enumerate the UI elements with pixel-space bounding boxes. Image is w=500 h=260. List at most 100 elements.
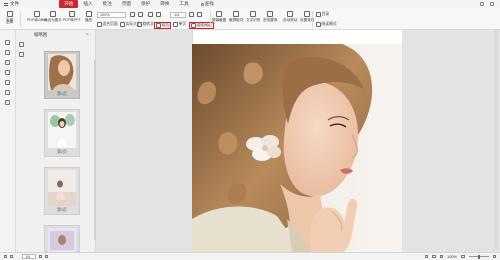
double-page-icon xyxy=(156,23,161,28)
menu-bar: 文件 开始 插入 批注 页面 保护 转换 工具 查找 xyxy=(0,0,500,8)
thumbnail-image xyxy=(48,170,76,206)
fit-page-icon xyxy=(97,22,102,27)
menu-tab-page[interactable]: 页面 xyxy=(117,0,136,8)
file-menu-label: 文件 xyxy=(10,1,20,6)
last-page-button[interactable] xyxy=(197,12,202,17)
zoom-out-button[interactable] xyxy=(130,12,135,17)
last-page-icon[interactable] xyxy=(45,255,48,258)
thumbnail-image xyxy=(48,54,76,90)
divider xyxy=(312,11,313,27)
select-tool-label: 选择 xyxy=(6,20,14,24)
search-panel-icon[interactable] xyxy=(5,80,10,85)
find-replace-button[interactable]: 查找替换 xyxy=(263,11,277,23)
image-icon xyxy=(49,11,56,17)
toc-icon xyxy=(316,12,321,17)
divider xyxy=(210,11,211,27)
find-replace-label: 查找替换 xyxy=(263,18,278,22)
zoom-slider-handle[interactable] xyxy=(477,254,480,259)
document-scrollbar[interactable] xyxy=(494,30,498,250)
menu-tab-insert[interactable]: 插入 xyxy=(78,0,97,8)
close-icon[interactable]: × xyxy=(86,32,89,38)
menu-tab-convert[interactable]: 转换 xyxy=(155,0,174,8)
fit-page-button[interactable]: 适合页面 xyxy=(97,22,118,27)
play-label: 播放 xyxy=(85,18,93,22)
panel-title: 缩略图 xyxy=(34,32,48,37)
zoom-in-icon[interactable] xyxy=(492,254,496,259)
zoom-out-icon[interactable] xyxy=(461,254,465,259)
chevron-left-icon xyxy=(148,12,153,17)
thumbnail-icon[interactable] xyxy=(5,40,10,45)
status-page-input[interactable]: 1/4 xyxy=(22,254,36,259)
thumbnail-page-2[interactable]: 第2页 xyxy=(44,109,80,157)
prev-page-button[interactable] xyxy=(148,12,153,17)
single-page-button[interactable]: 单页 xyxy=(173,22,186,27)
single-view-icon[interactable] xyxy=(424,254,429,259)
toc-button[interactable]: 目录 xyxy=(316,12,329,17)
next-page-button[interactable] xyxy=(189,12,194,17)
menu-tab-comment[interactable]: 批注 xyxy=(98,0,117,8)
zoom-select[interactable]: 100% xyxy=(97,12,126,18)
zoom-readout: 100% xyxy=(447,254,457,259)
zoom-in-button[interactable] xyxy=(138,12,143,17)
more-icon[interactable] xyxy=(490,2,494,6)
divider xyxy=(20,11,21,27)
list-view-icon[interactable] xyxy=(19,52,24,57)
search-button[interactable]: 查找 xyxy=(196,0,219,8)
fit-page-label: 适合页面 xyxy=(102,22,118,26)
ocr-icon xyxy=(250,11,257,17)
previous-page-edge xyxy=(192,30,402,44)
pdf-to-ppt-button[interactable]: PDF转PPT xyxy=(63,11,81,23)
hamburger-icon xyxy=(4,2,8,6)
left-icon-bar xyxy=(0,30,16,252)
thumbnail-page-4[interactable] xyxy=(44,225,80,252)
ocr-button[interactable]: 文字识别 xyxy=(246,11,260,23)
edit-icon[interactable] xyxy=(5,90,10,95)
hand-icon xyxy=(6,11,13,17)
file-menu[interactable]: 文件 xyxy=(0,0,23,8)
grid-view-icon[interactable] xyxy=(19,42,24,47)
menu-tab-start[interactable]: 开始 xyxy=(59,0,79,8)
thumbnail-panel: 缩略图 × 第1页 第2页 第3页 xyxy=(16,30,96,252)
page-photo xyxy=(192,44,402,252)
comment-icon[interactable] xyxy=(5,60,10,65)
window-actions xyxy=(480,2,500,6)
double-view-icon[interactable] xyxy=(432,254,436,259)
screenshot-label: 屏幕截图 xyxy=(212,18,227,22)
toc-label: 目录 xyxy=(321,12,330,16)
first-page-icon[interactable] xyxy=(4,255,7,258)
fullscreen-icon[interactable] xyxy=(439,254,444,259)
actual-size-icon xyxy=(120,22,125,27)
share-icon[interactable] xyxy=(480,2,484,6)
status-right: 100% xyxy=(424,254,500,259)
thumbnail-image xyxy=(48,228,76,252)
prev-page-icon[interactable] xyxy=(10,255,13,258)
page-number-input[interactable]: 1/4 xyxy=(170,12,186,18)
ppt-icon xyxy=(68,11,75,17)
menu-tab-protect[interactable]: 保护 xyxy=(136,0,155,8)
thumbnail-page-3[interactable]: 第3页 xyxy=(44,167,80,215)
auto-scroll-button[interactable]: 自动滚动 xyxy=(283,11,297,23)
search-label: 查找 xyxy=(204,1,214,6)
capture-word-button[interactable]: 截屏取词 xyxy=(229,11,243,23)
select-tool-button[interactable]: 选择 xyxy=(6,20,13,25)
thumbnail-page-1[interactable]: 第1页 xyxy=(44,51,80,99)
double-page-button[interactable]: 双页 xyxy=(154,22,172,29)
status-bar: 1/4 100% xyxy=(0,252,500,260)
first-page-button[interactable] xyxy=(156,12,161,17)
thumbnail-image xyxy=(48,112,76,148)
play-button[interactable]: 播放 xyxy=(85,11,92,23)
attachment-icon[interactable] xyxy=(5,70,10,75)
next-page-icon[interactable] xyxy=(39,255,42,258)
more-tools-icon[interactable] xyxy=(5,100,10,105)
bookmark-icon[interactable] xyxy=(5,50,10,55)
to-image-button[interactable]: 输出为图片 xyxy=(44,11,62,23)
capture-word-icon xyxy=(233,11,240,17)
read-mode-label: 阅读模式 xyxy=(321,22,337,26)
zoom-slider[interactable] xyxy=(468,254,489,259)
read-mode-button[interactable]: 阅读模式 xyxy=(316,22,337,27)
to-image-label: 输出为图片 xyxy=(44,18,62,22)
menu-tab-tools[interactable]: 工具 xyxy=(174,0,193,8)
thumbnail-label: 第2页 xyxy=(57,150,67,154)
ocr-label: 文字识别 xyxy=(246,18,261,22)
screenshot-button[interactable]: 屏幕截图 xyxy=(212,11,226,23)
